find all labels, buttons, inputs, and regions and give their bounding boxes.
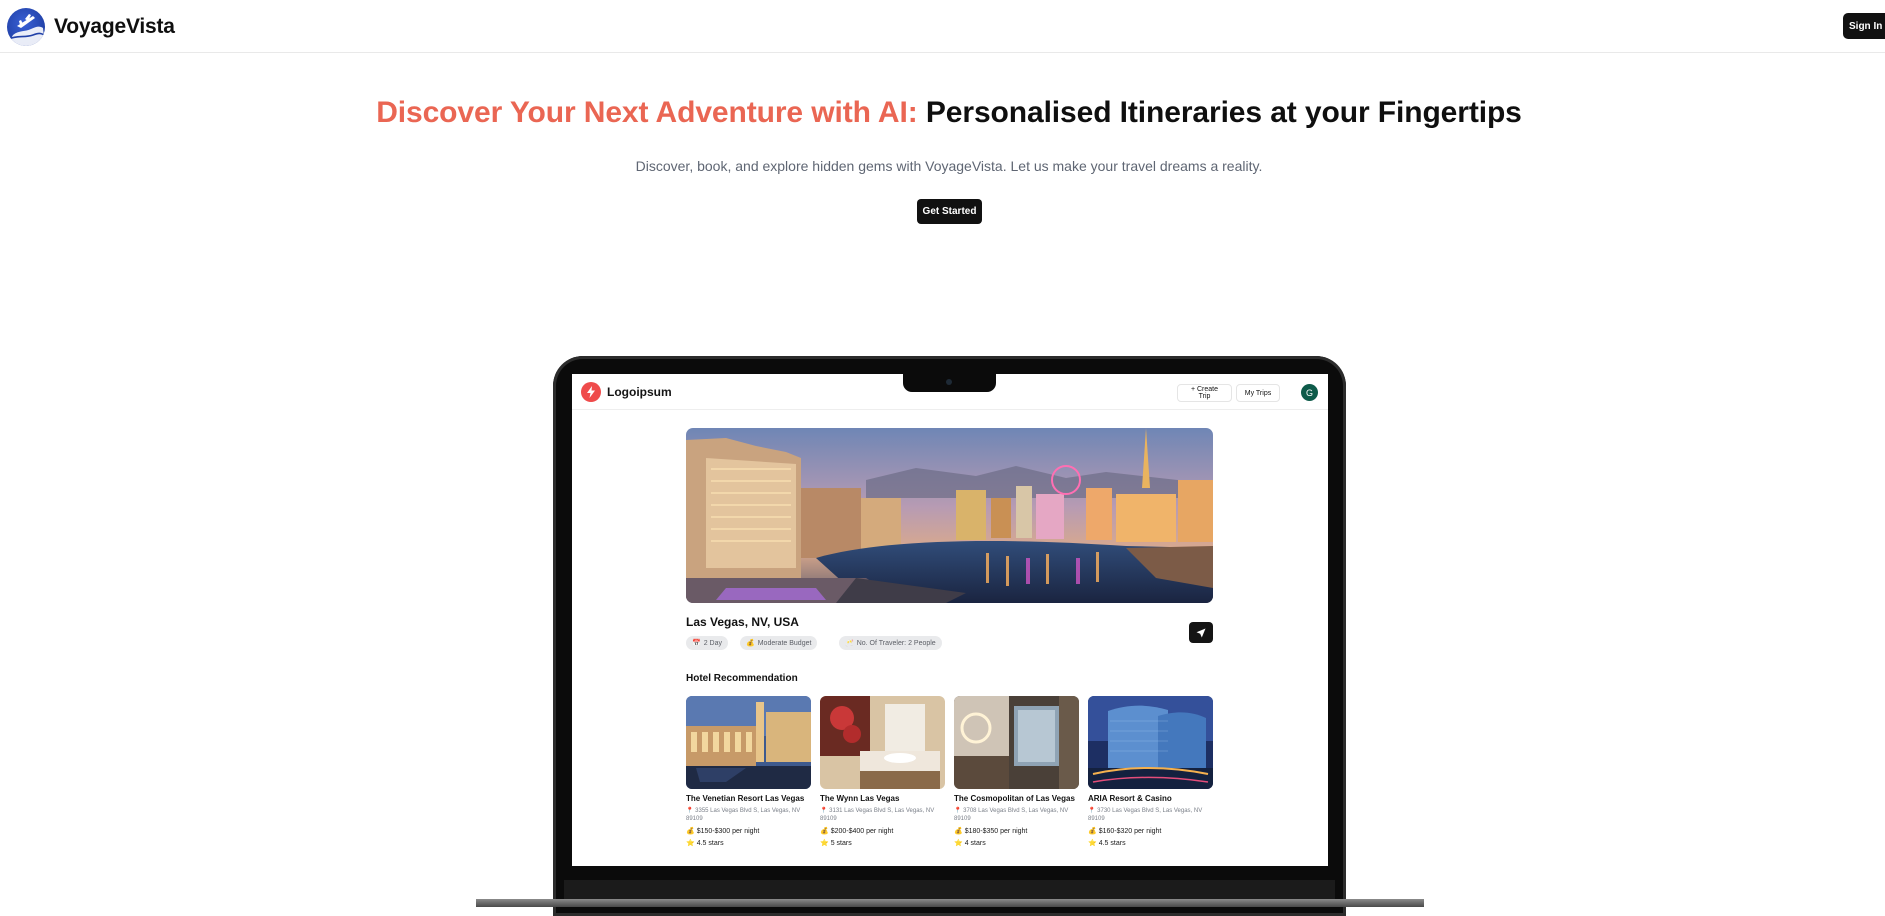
calendar-icon: 📅: [692, 640, 701, 647]
hotel-image: [686, 696, 811, 789]
star-icon: ⭐: [686, 840, 695, 847]
create-trip-button: + Create Trip: [1177, 384, 1232, 402]
laptop-screen-preview: Logoipsum + Create Trip My Trips G Las V…: [572, 374, 1328, 866]
hotel-card: ARIA Resort & Casino 📍 3730 Las Vegas Bl…: [1088, 696, 1213, 847]
laptop-bezel-bottom: [564, 880, 1335, 900]
trip-chip-budget: 💰 Moderate Budget: [740, 636, 818, 650]
hero-title-accent: Discover Your Next Adventure with AI:: [376, 96, 918, 129]
money-bag-icon: 💰: [1088, 828, 1097, 835]
hotel-card: The Wynn Las Vegas 📍 3131 Las Vegas Blvd…: [820, 696, 945, 847]
pin-icon: 📍: [1088, 808, 1096, 814]
hotel-price: 💰 $150-$300 per night: [686, 827, 760, 836]
laptop-hinge: [476, 899, 1424, 907]
hotel-address: 📍 3730 Las Vegas Blvd S, Las Vegas, NV 8…: [1088, 808, 1203, 822]
preview-brand-name: Logoipsum: [607, 385, 672, 399]
chip-label: Moderate Budget: [757, 639, 812, 647]
hotel-image: [1088, 696, 1213, 789]
star-icon: ⭐: [954, 840, 963, 847]
hotel-price: 💰 $160-$320 per night: [1088, 827, 1162, 836]
star-icon: ⭐: [820, 840, 829, 847]
hotel-card: The Cosmopolitan of Las Vegas 📍 3708 Las…: [954, 696, 1079, 847]
hotel-card: The Venetian Resort Las Vegas 📍 3355 Las…: [686, 696, 811, 847]
hotel-image: [820, 696, 945, 789]
glasses-icon: 🥂: [845, 640, 854, 647]
avatar: G: [1301, 384, 1318, 401]
money-bag-icon: 💰: [746, 640, 755, 647]
money-bag-icon: 💰: [820, 828, 829, 835]
brand-logo-icon: [7, 8, 45, 46]
money-bag-icon: 💰: [686, 828, 695, 835]
hotel-name: The Cosmopolitan of Las Vegas: [954, 794, 1075, 803]
trip-location-title: Las Vegas, NV, USA: [686, 615, 799, 629]
hotel-name: The Venetian Resort Las Vegas: [686, 794, 805, 803]
camera-icon: [946, 379, 952, 385]
chip-label: 2 Day: [703, 639, 723, 647]
get-started-button[interactable]: Get Started: [917, 199, 982, 224]
hotel-address: 📍 3355 Las Vegas Blvd S, Las Vegas, NV 8…: [686, 808, 801, 822]
share-button: [1189, 622, 1213, 643]
hotel-price: 💰 $200-$400 per night: [820, 827, 894, 836]
hotel-rating: ⭐ 4.5 stars: [1088, 839, 1126, 848]
hotel-rating: ⭐ 5 stars: [820, 839, 852, 848]
hotel-address: 📍 3708 Las Vegas Blvd S, Las Vegas, NV 8…: [954, 808, 1069, 822]
my-trips-button: My Trips: [1236, 384, 1280, 402]
sign-in-button[interactable]: Sign In: [1843, 13, 1885, 39]
pin-icon: 📍: [954, 808, 962, 814]
brand-name: VoyageVista: [54, 15, 175, 38]
chip-label: No. Of Traveler: 2 People: [856, 639, 936, 647]
hotel-rating: ⭐ 4.5 stars: [686, 839, 724, 848]
brand[interactable]: VoyageVista: [7, 8, 175, 46]
money-bag-icon: 💰: [954, 828, 963, 835]
hero-subtitle: Discover, book, and explore hidden gems …: [635, 158, 1263, 174]
star-icon: ⭐: [1088, 840, 1097, 847]
preview-brand: Logoipsum: [581, 382, 672, 402]
hotel-section-title: Hotel Recommendation: [686, 673, 798, 684]
destination-image: [686, 428, 1213, 603]
hotel-rating: ⭐ 4 stars: [954, 839, 986, 848]
send-icon: [1196, 628, 1206, 637]
laptop-notch: [903, 374, 996, 392]
hotel-name: The Wynn Las Vegas: [820, 794, 900, 803]
pin-icon: 📍: [686, 808, 694, 814]
lightning-logo-icon: [581, 382, 601, 402]
hotel-price: 💰 $180-$350 per night: [954, 827, 1028, 836]
pin-icon: 📍: [820, 808, 828, 814]
hero-title-rest: Personalised Itineraries at your Fingert…: [925, 96, 1522, 129]
hotel-address: 📍 3131 Las Vegas Blvd S, Las Vegas, NV 8…: [820, 808, 935, 822]
hotel-image: [954, 696, 1079, 789]
trip-chip-travelers: 🥂 No. Of Traveler: 2 People: [839, 636, 942, 650]
top-navbar: VoyageVista Sign In: [0, 0, 1885, 53]
trip-chip-days: 📅 2 Day: [686, 636, 729, 650]
hotel-name: ARIA Resort & Casino: [1088, 794, 1172, 803]
hero-title: Discover Your Next Adventure with AI: Pe…: [0, 96, 1885, 130]
